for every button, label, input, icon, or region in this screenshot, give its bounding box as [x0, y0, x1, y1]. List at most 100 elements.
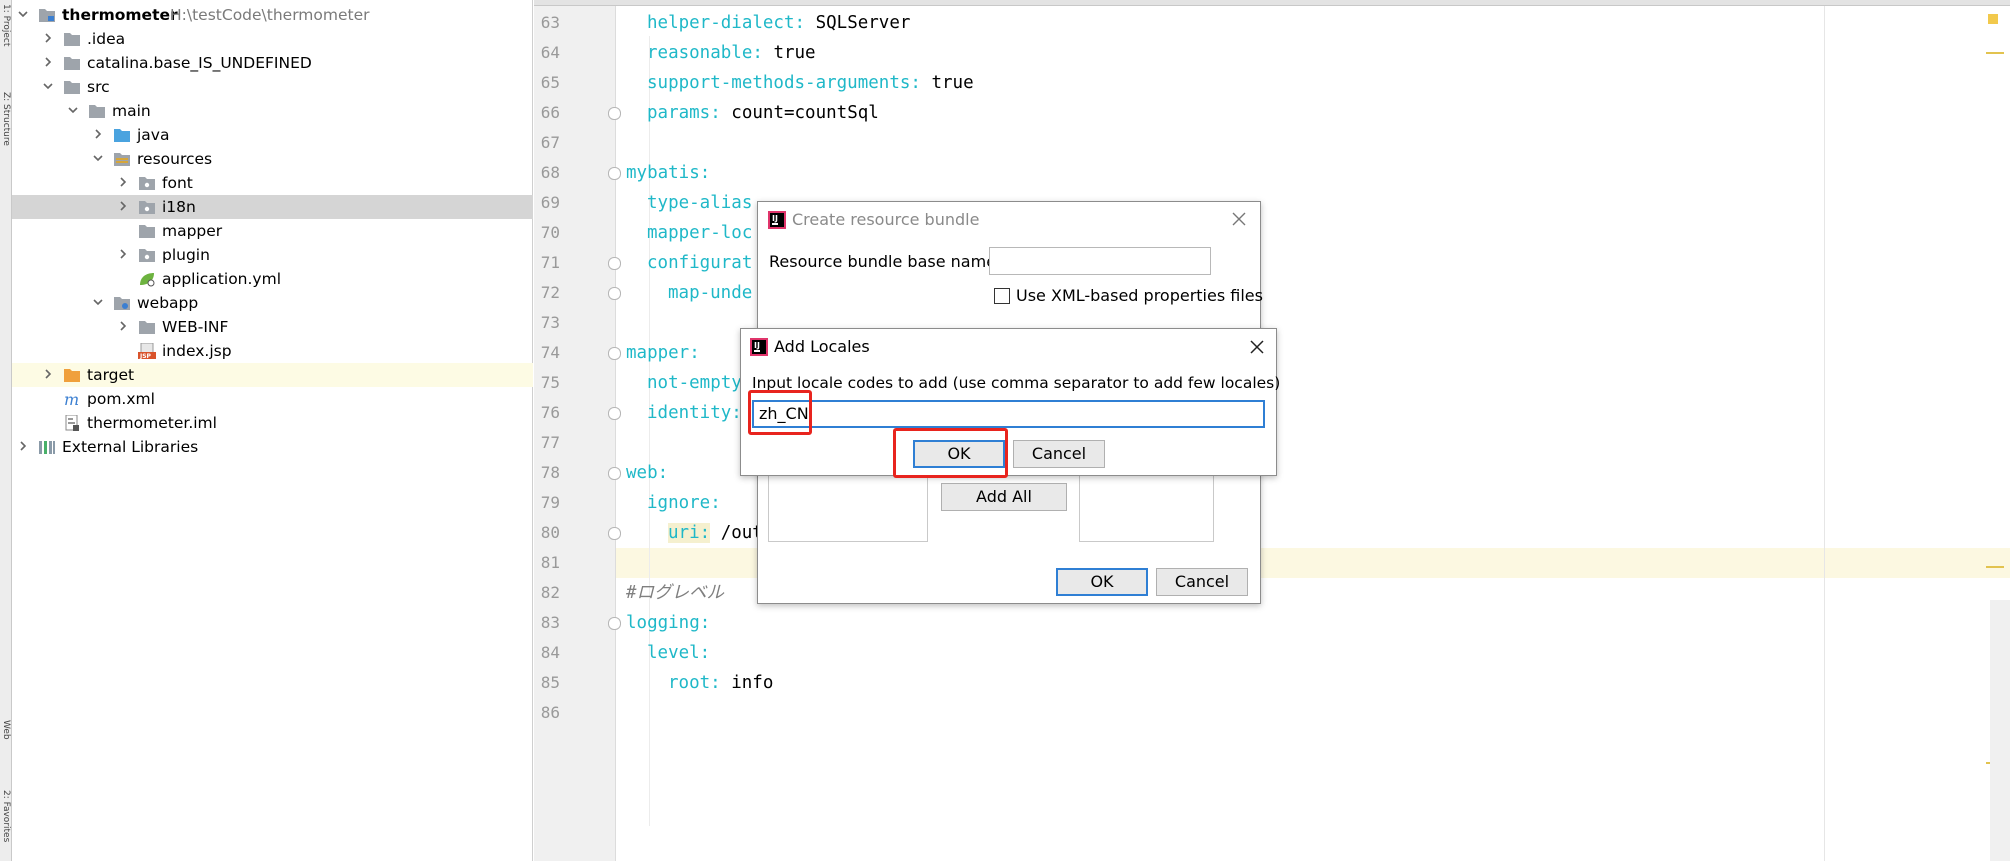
code-line[interactable]: logging: — [626, 608, 710, 638]
chevron-right-icon[interactable] — [18, 441, 28, 451]
structure-tool-tab[interactable]: Z: Structure — [0, 92, 12, 146]
yaml-key: mybatis: — [626, 163, 711, 183]
yaml-key: configurat — [647, 253, 753, 273]
code-line[interactable]: type-alias — [647, 188, 752, 218]
yaml-key: root: — [668, 673, 721, 693]
folder-icon — [63, 79, 81, 95]
chevron-down-icon[interactable] — [68, 105, 78, 115]
chevron-right-icon[interactable] — [118, 249, 128, 259]
code-line[interactable]: map-unde — [668, 278, 752, 308]
fold-marker-icon[interactable] — [608, 617, 621, 630]
code-line[interactable]: helper-dialect: SQLServer — [647, 8, 910, 38]
code-line[interactable]: web: — [626, 458, 668, 488]
tree-item-catalina-base-is-undefined[interactable]: catalina.base_IS_UNDEFINED — [12, 51, 533, 75]
chevron-right-icon[interactable] — [43, 369, 53, 379]
chevron-right-icon[interactable] — [43, 57, 53, 67]
editor-scrollbar[interactable] — [1990, 600, 2010, 861]
code-line[interactable]: #ログレベル — [626, 578, 724, 608]
dialog-title-bar: IJ Add Locales — [741, 329, 1276, 365]
tree-item-thermometer[interactable]: thermometer H:\testCode\thermometer — [12, 3, 533, 27]
chevron-right-icon[interactable] — [118, 321, 128, 331]
tree-item-i18n[interactable]: i18n — [12, 195, 533, 219]
inspection-status-icon[interactable] — [1988, 14, 1998, 24]
fold-marker-icon[interactable] — [608, 257, 621, 270]
locale-codes-input[interactable]: zh_CN — [752, 400, 1265, 428]
code-line[interactable]: not-empty — [647, 368, 742, 398]
fold-marker-icon[interactable] — [608, 107, 621, 120]
base-name-input[interactable] — [989, 247, 1211, 275]
line-number: 67 — [540, 133, 560, 152]
xml-properties-checkbox[interactable] — [994, 288, 1010, 304]
code-line[interactable]: identity: — [647, 398, 742, 428]
close-icon[interactable] — [1248, 338, 1266, 356]
tree-item-web-inf[interactable]: WEB-INF — [12, 315, 533, 339]
add-all-button[interactable]: Add All — [941, 483, 1067, 511]
maven-icon: m — [63, 390, 81, 409]
web-folder-icon — [113, 295, 131, 311]
tree-item-label: thermometer — [62, 6, 178, 24]
bundle-cancel-button[interactable]: Cancel — [1156, 568, 1248, 596]
tree-item-resources[interactable]: resources — [12, 147, 533, 171]
web-tool-tab[interactable]: Web — [0, 720, 12, 740]
tree-item-src[interactable]: src — [12, 75, 533, 99]
tree-item-idea[interactable]: .idea — [12, 27, 533, 51]
dialog-title: Create resource bundle — [792, 210, 980, 229]
chevron-down-icon[interactable] — [43, 81, 53, 91]
chevron-down-icon[interactable] — [93, 297, 103, 307]
tree-item-pom-xml[interactable]: m pom.xml — [12, 387, 533, 411]
chevron-down-icon[interactable] — [93, 153, 103, 163]
fold-marker-icon[interactable] — [608, 407, 621, 420]
chevron-right-icon[interactable] — [93, 129, 103, 139]
project-tool-tab[interactable]: 1: Project — [0, 4, 12, 46]
locales-to-add-list[interactable] — [1079, 472, 1214, 542]
code-line[interactable]: mybatis: — [626, 158, 710, 188]
chevron-right-icon[interactable] — [118, 177, 128, 187]
yaml-key: map-unde — [668, 283, 753, 303]
tree-item-thermometer-iml[interactable]: thermometer.iml — [12, 411, 533, 435]
fold-marker-icon[interactable] — [608, 167, 621, 180]
code-line[interactable]: configurat — [647, 248, 752, 278]
code-line[interactable]: ignore: — [647, 488, 721, 518]
tree-item-index-jsp[interactable]: JSP index.jsp — [12, 339, 533, 363]
project-locales-list[interactable] — [768, 472, 928, 542]
tree-item-webapp[interactable]: webapp — [12, 291, 533, 315]
code-line[interactable]: reasonable: true — [647, 38, 816, 68]
code-line[interactable]: support-methods-arguments: true — [647, 68, 974, 98]
line-number: 65 — [540, 73, 560, 92]
error-stripe-mark[interactable] — [1986, 566, 2004, 568]
jsp-file-icon: JSP — [138, 342, 156, 360]
code-line[interactable]: mapper-loc — [647, 218, 752, 248]
yaml-key: type-alias — [647, 193, 753, 213]
tree-item-plugin[interactable]: plugin — [12, 243, 533, 267]
fold-marker-icon[interactable] — [608, 467, 621, 480]
code-line[interactable]: root: info — [668, 668, 773, 698]
code-line[interactable]: mapper: — [626, 338, 700, 368]
tree-item-application-yml[interactable]: application.yml — [12, 267, 533, 291]
error-stripe-mark[interactable] — [1986, 52, 2004, 54]
tree-item-main[interactable]: main — [12, 99, 533, 123]
dialog-title: Add Locales — [774, 337, 870, 356]
fold-marker-icon[interactable] — [608, 527, 621, 540]
chevron-right-icon[interactable] — [118, 201, 128, 211]
favorites-tool-tab[interactable]: 2: Favorites — [0, 790, 12, 842]
locales-cancel-button[interactable]: Cancel — [1013, 440, 1105, 468]
code-line[interactable]: uri: /out — [668, 518, 763, 548]
yaml-key: level: — [647, 643, 711, 663]
yaml-key: uri: — [668, 523, 711, 543]
tree-item-target[interactable]: target — [12, 363, 533, 387]
chevron-right-icon[interactable] — [43, 33, 53, 43]
chevron-down-icon[interactable] — [18, 9, 28, 19]
tree-item-java[interactable]: java — [12, 123, 533, 147]
tree-item-mapper[interactable]: mapper — [12, 219, 533, 243]
line-number: 74 — [540, 343, 560, 362]
package-folder-icon — [138, 175, 156, 191]
fold-marker-icon[interactable] — [608, 347, 621, 360]
tree-item-font[interactable]: font — [12, 171, 533, 195]
bundle-ok-button[interactable]: OK — [1056, 568, 1148, 596]
close-icon[interactable] — [1230, 210, 1248, 228]
fold-marker-icon[interactable] — [608, 287, 621, 300]
code-line[interactable]: level: — [647, 638, 710, 668]
code-line[interactable]: params: count=countSql — [647, 98, 879, 128]
tree-item-external-libraries[interactable]: External Libraries — [12, 435, 533, 459]
line-number: 72 — [540, 283, 560, 302]
